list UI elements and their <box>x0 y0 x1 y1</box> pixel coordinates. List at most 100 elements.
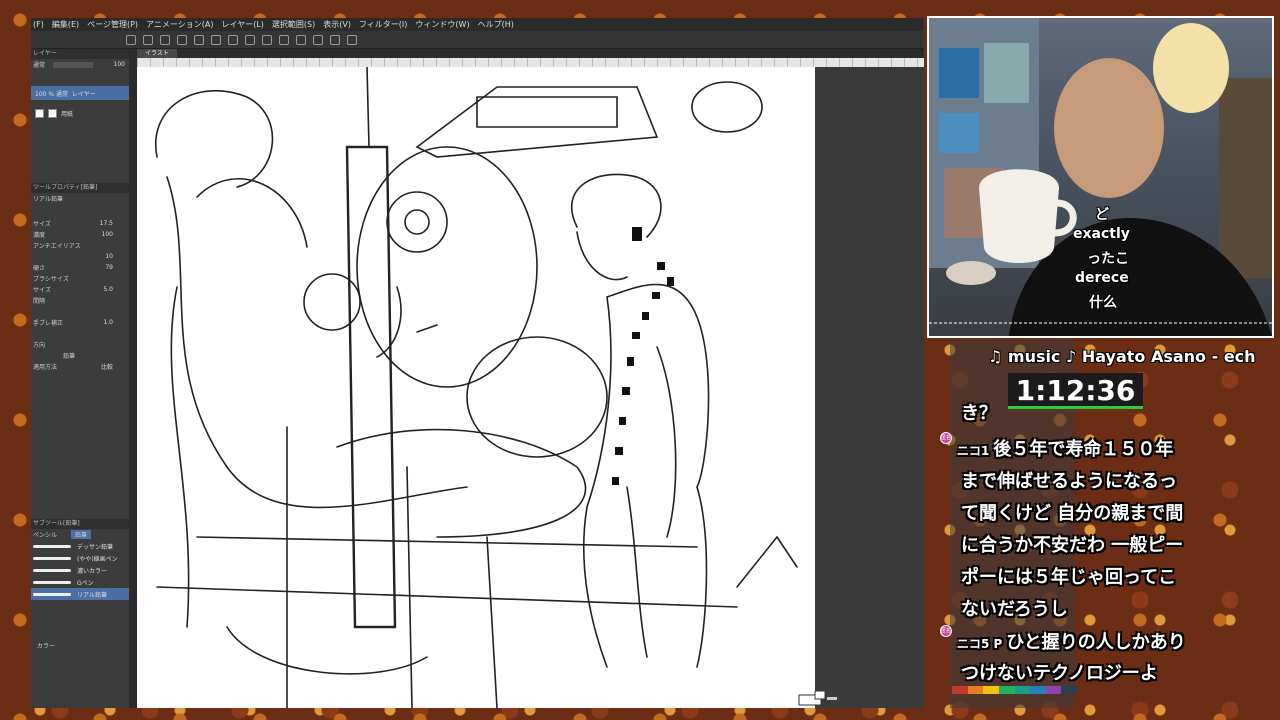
sketch-stroke <box>570 173 662 238</box>
brush-item-active[interactable]: リアル鉛筆 <box>31 588 129 600</box>
layer-name: 100 % 通常 <box>35 90 68 98</box>
caption-line: 什么 <box>1089 295 1117 311</box>
caption-line: derece <box>1075 270 1129 286</box>
palette-swatch <box>998 686 1015 694</box>
prop-brush-size[interactable]: ブラシサイズ <box>31 273 129 284</box>
tool-sub-name: リアル鉛筆 <box>33 196 63 203</box>
prop-density[interactable]: 濃度 100 <box>31 229 129 240</box>
menu-selection[interactable]: 選択範囲(S) <box>272 18 315 31</box>
palette-swatch <box>983 686 999 694</box>
blend-mode-select[interactable]: 通常 <box>33 60 45 69</box>
sketch-stroke <box>576 231 628 281</box>
prop-direction[interactable]: 方向 <box>31 339 129 350</box>
coat-spot <box>632 227 642 241</box>
sketch-stroke <box>736 535 798 588</box>
brush-tab-pencil[interactable]: ペンシル <box>33 530 57 539</box>
menu-window[interactable]: ウィンドウ(W) <box>415 18 469 31</box>
coat-spot <box>632 332 640 339</box>
snap-icon[interactable] <box>330 34 340 45</box>
drawing-canvas[interactable] <box>137 67 815 708</box>
brush-item[interactable]: (やや)線画ペン <box>31 552 129 564</box>
prop-size[interactable]: サイズ 17.5 <box>31 218 129 229</box>
prop-size-2[interactable]: サイズ 5.0 <box>31 284 129 295</box>
brush-item[interactable]: 濃いカラー <box>31 564 129 576</box>
undo-icon[interactable] <box>177 34 187 45</box>
sketch-stroke <box>166 176 468 509</box>
sketch-stroke <box>582 296 612 668</box>
prop-stabilizer[interactable]: 手ブレ補正 1.0 <box>31 317 129 328</box>
blend-mode-row: 通常 100 <box>31 59 129 70</box>
coat-spot <box>622 387 630 395</box>
sketch-drawing <box>154 67 798 708</box>
sketch-stroke <box>154 89 274 188</box>
menu-file[interactable]: (F) <box>33 18 44 31</box>
deselect-icon[interactable] <box>262 34 272 45</box>
sketch-stroke <box>386 191 448 253</box>
paper-thumbnail <box>48 108 57 118</box>
layer-item-active[interactable]: 100 % 通常 レイヤー <box>31 86 129 100</box>
brush-name: (やや)線画ペン <box>77 555 118 563</box>
clear-icon[interactable] <box>211 34 221 45</box>
paper-swatch <box>35 108 44 118</box>
chat-avatar-dot: 匿名 <box>940 625 952 637</box>
brush-item[interactable]: デッサン鉛筆 <box>31 540 129 552</box>
chat-message-line: て聞くけど 自分の親まで間 <box>957 500 1183 529</box>
prop-empty-2[interactable] <box>31 328 129 339</box>
transform-icon[interactable] <box>245 34 255 45</box>
new-file-icon[interactable] <box>126 34 136 45</box>
menu-layer[interactable]: レイヤー(L) <box>221 18 263 31</box>
sketch-stroke <box>196 536 698 548</box>
menu-filter[interactable]: フィルター(I) <box>359 18 407 31</box>
layer-item-paper[interactable]: 用紙 <box>31 106 129 120</box>
prop-hardness[interactable]: 硬さ 79 <box>31 262 129 273</box>
prop-label: 手ブレ補正 <box>33 320 64 327</box>
brush-tab-active[interactable]: 鉛筆 <box>71 530 92 539</box>
prop-value-10[interactable]: 10 <box>31 251 129 262</box>
document-tab[interactable]: イラスト <box>137 49 177 58</box>
chat-text: つけないテクノロジーよ <box>961 663 1158 684</box>
menu-help[interactable]: ヘルプ(H) <box>478 18 514 31</box>
palette-swatch <box>1045 686 1062 694</box>
poster <box>939 113 979 153</box>
open-file-icon[interactable] <box>143 34 153 45</box>
menu-page[interactable]: ページ管理(P) <box>87 18 138 31</box>
horizontal-ruler <box>137 58 924 67</box>
blend-label-row[interactable]: 鉛筆 <box>31 350 129 361</box>
chat-message-line: ポーには５年じゃ回ってこ <box>957 564 1176 593</box>
command-bar <box>31 31 924 49</box>
chat-text: ポーには５年じゃ回ってこ <box>961 567 1177 588</box>
color-row[interactable]: カラー <box>31 640 129 651</box>
brush-name: リアル鉛筆 <box>77 591 107 599</box>
grid-icon[interactable] <box>347 34 357 45</box>
prop-label: 硬さ <box>33 265 46 272</box>
coat-spot <box>657 262 665 270</box>
ruler-icon[interactable] <box>296 34 306 45</box>
brush-item[interactable]: Gペン <box>31 576 129 588</box>
chat-user: ニコ1 <box>957 444 990 458</box>
brush-preview <box>33 580 71 584</box>
prop-interval[interactable]: 間隔 <box>31 295 129 306</box>
coat-spot <box>652 292 660 299</box>
menu-edit[interactable]: 編集(E) <box>52 18 79 31</box>
prop-empty[interactable] <box>31 306 129 317</box>
mug-handle <box>1054 199 1077 237</box>
invert-selection-icon[interactable] <box>279 34 289 45</box>
palette-swatch <box>1014 686 1031 694</box>
palette-swatch <box>1061 686 1077 694</box>
pixel-cat-sprite <box>798 691 837 706</box>
opacity-slider[interactable] <box>53 61 94 68</box>
redo-icon[interactable] <box>194 34 204 45</box>
apply-method-row[interactable]: 適用方法 比較 <box>31 361 129 372</box>
menu-animation[interactable]: アニメーション(A) <box>146 18 213 31</box>
canvas-area[interactable] <box>137 67 924 708</box>
prop-label: サイズ <box>33 221 51 228</box>
person-head <box>1054 58 1164 198</box>
sketch-stroke <box>336 428 587 538</box>
fill-icon[interactable] <box>228 34 238 45</box>
menu-view[interactable]: 表示(V) <box>323 18 351 31</box>
prop-label: アンチエイリアス <box>33 243 81 250</box>
chat-avatar-dot: 匿名 <box>940 432 952 444</box>
save-icon[interactable] <box>160 34 170 45</box>
pen-icon[interactable] <box>313 34 323 45</box>
prop-antialias[interactable]: アンチエイリアス <box>31 240 129 251</box>
